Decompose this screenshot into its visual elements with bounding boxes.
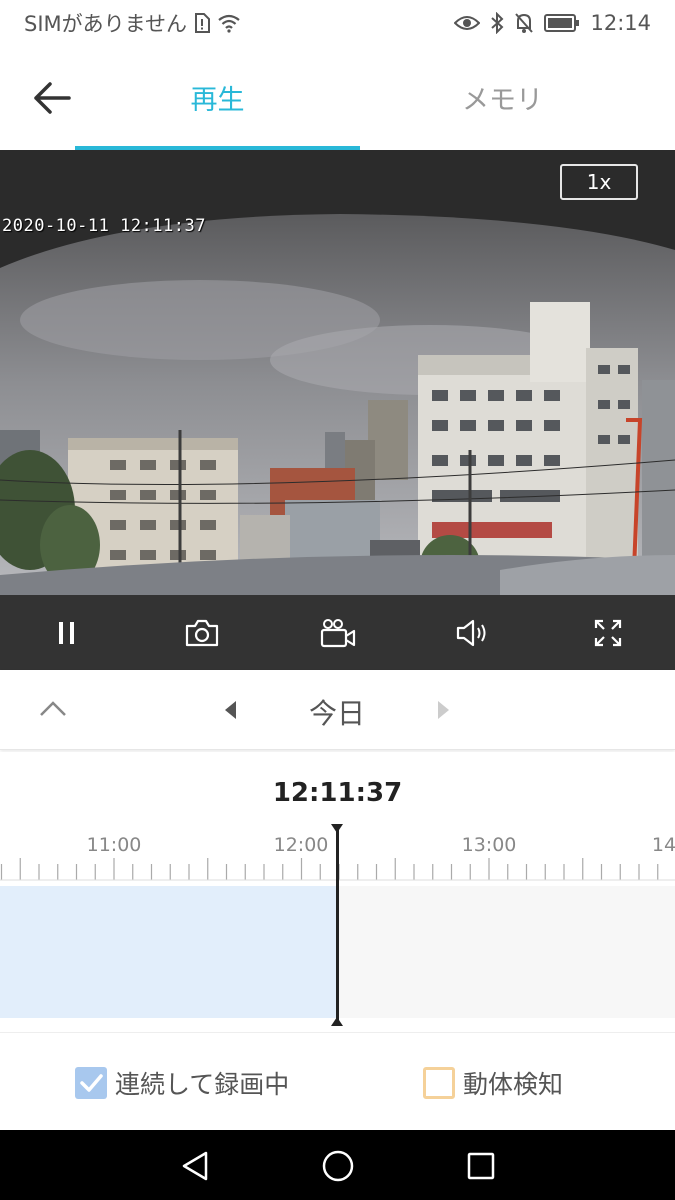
circle-home-icon: [322, 1150, 354, 1182]
camera-icon: [185, 619, 219, 647]
timeline[interactable]: 12:11:37 11:00 12:00 13:00 14: [0, 752, 675, 1032]
tab-memory[interactable]: メモリ: [360, 78, 645, 117]
pause-button[interactable]: [47, 613, 87, 653]
bluetooth-icon: [490, 12, 504, 34]
recorded-segment: [0, 886, 338, 1018]
battery-icon: [544, 13, 580, 33]
collapse-button[interactable]: [36, 694, 70, 724]
arrow-left-icon: [34, 82, 71, 114]
app-header: 再生 メモリ: [0, 46, 675, 150]
nav-home-button[interactable]: [318, 1146, 358, 1186]
triangle-back-icon: [182, 1151, 208, 1181]
current-time-label: 12:11:37: [272, 778, 403, 808]
motion-detection-toggle[interactable]: 動体検知: [423, 1065, 563, 1101]
clock-text: 12:14: [590, 11, 651, 35]
continuous-recording-label: 連続して録画中: [115, 1070, 290, 1099]
playhead[interactable]: [336, 824, 339, 1026]
pause-icon: [59, 622, 74, 644]
wifi-icon: [217, 13, 241, 33]
square-recents-icon: [467, 1152, 495, 1180]
continuous-recording-toggle[interactable]: 連続して録画中: [75, 1065, 289, 1101]
checkbox-empty-icon: [423, 1067, 455, 1099]
bell-off-icon: [514, 12, 534, 34]
date-label: 今日: [308, 697, 365, 730]
playhead-top-marker: [331, 824, 343, 833]
nav-recents-button[interactable]: [461, 1146, 501, 1186]
record-button[interactable]: [318, 613, 358, 653]
eye-icon: [454, 14, 481, 32]
date-navigation: 今日: [0, 670, 675, 750]
video-timestamp: 2020-10-11 12:11:37: [2, 216, 206, 236]
previous-day-button[interactable]: [218, 698, 242, 722]
status-bar: SIMがありません 12:14: [0, 0, 675, 46]
next-day-button[interactable]: [432, 698, 456, 722]
chevron-up-icon: [40, 701, 66, 716]
volume-button[interactable]: [453, 613, 493, 653]
nav-back-button[interactable]: [175, 1146, 215, 1186]
tab-playback[interactable]: 再生: [75, 78, 360, 117]
video-player[interactable]: 1x 2020-10-11 12:11:37: [0, 150, 675, 595]
recording-legend: 連続して録画中 動体検知: [0, 1032, 675, 1130]
system-nav-bar: [0, 1130, 675, 1200]
speaker-icon: [456, 619, 486, 647]
checkbox-checked-icon: [75, 1067, 107, 1099]
playhead-bottom-marker: [331, 1017, 343, 1026]
carrier-text: SIMがありません: [24, 12, 188, 36]
back-button[interactable]: [28, 76, 76, 120]
snapshot-button[interactable]: [182, 613, 222, 653]
motion-detection-label: 動体検知: [463, 1070, 564, 1099]
caret-right-icon: [438, 701, 449, 719]
video-record-icon: [320, 619, 356, 648]
fullscreen-icon: [594, 619, 622, 647]
caret-left-icon: [225, 701, 236, 719]
sim-alert-icon: [193, 13, 211, 33]
playback-speed-button[interactable]: 1x: [560, 164, 638, 200]
player-controls: [0, 595, 675, 670]
fullscreen-button[interactable]: [588, 613, 628, 653]
